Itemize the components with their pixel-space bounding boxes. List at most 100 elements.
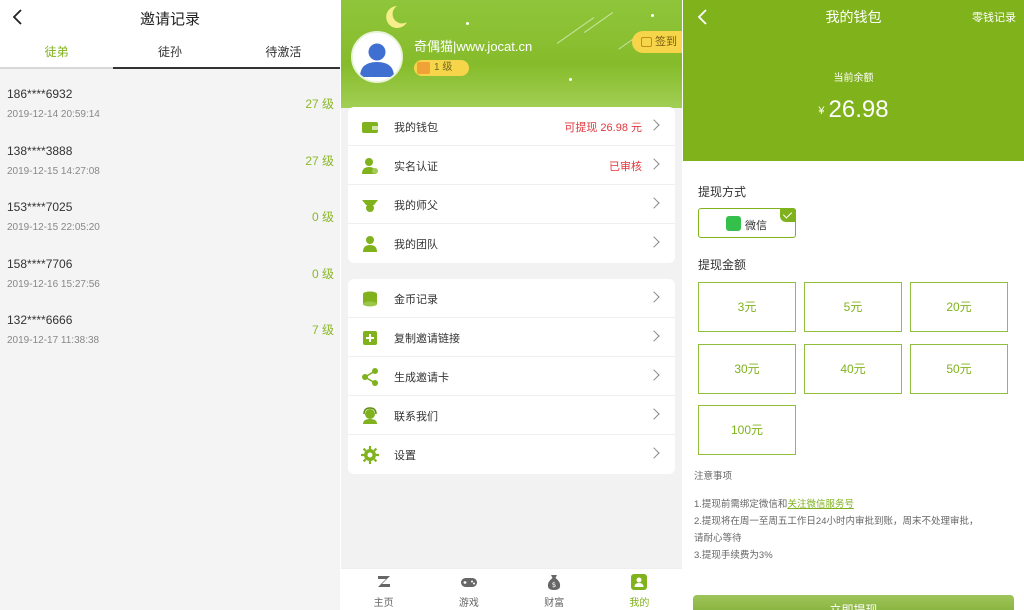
me-icon [631,574,648,590]
moon-icon [386,6,407,28]
checkin-button[interactable]: 签到 [632,31,682,53]
checkin-label: 签到 [655,36,677,48]
invite-list: 186****6932 2019-12-14 20:59:14 27 级 138… [0,69,340,362]
balance: ¥26.98 [683,96,1024,124]
amount-option[interactable]: 50元 [910,344,1008,394]
page-title: 邀请记录 [139,11,200,28]
menu-item-label: 金币记录 [394,294,438,306]
home-icon [377,576,390,587]
invitee-level: 27 级 [305,153,334,168]
menu-item-team[interactable]: 我的团队 [348,224,675,263]
profile-card-primary: 我的钱包 可提现 26.98 元 实名认证 已审核 我的师父 我的团队 [348,107,675,263]
menu-item-label: 我的团队 [394,239,438,251]
invite-time: 2019-12-14 20:59:14 [7,109,100,120]
amount-option[interactable]: 5元 [804,282,902,332]
withdraw-button[interactable]: 立即提现 [693,595,1014,610]
invite-time: 2019-12-15 22:05:20 [7,222,100,233]
money-bag-icon: $ [547,575,561,590]
nav-label: 我的 [629,598,650,609]
nav-games[interactable]: 游戏 [426,569,511,610]
menu-item-settings[interactable]: 设置 [348,435,675,474]
profile-screen: 奇偶猫|www.jocat.cn 1 级 签到 我的钱包 可提现 26.98 元… [341,0,682,610]
invite-header: 邀请记录 [0,0,340,36]
star-streak [583,12,614,33]
note-text: 1.提现前需绑定微信和 [694,499,788,510]
nav-me[interactable]: 我的 [597,569,682,610]
chevron-right-icon [648,236,660,248]
support-icon [363,407,377,424]
note-line: 2.提现将在周一至周五工作日24小时内审批到账，周末不处理审批， [694,516,979,527]
menu-item-label: 我的师父 [394,200,438,212]
nav-label: 游戏 [458,598,479,609]
balance-value: 26.98 [828,96,889,123]
team-icon [363,236,377,252]
chevron-right-icon [648,291,660,303]
amount-option[interactable]: 20元 [910,282,1008,332]
nav-home[interactable]: 主页 [341,569,426,610]
invitee-phone: 153****7025 [7,200,73,214]
note-line: 1.提现前需绑定微信和关注微信服务号 [694,496,979,513]
gamepad-icon [460,578,477,587]
menu-item-master[interactable]: 我的师父 [348,185,675,224]
amount-option[interactable]: 40元 [804,344,902,394]
avatar[interactable] [351,31,403,83]
note-line: 请耐心等待 [694,533,742,544]
chevron-right-icon [648,369,660,381]
menu-item-copy-link[interactable]: 复制邀请链接 [348,318,675,357]
menu-item-wallet[interactable]: 我的钱包 可提现 26.98 元 [348,107,675,146]
copy-link-icon [363,331,377,345]
chevron-right-icon [648,447,660,459]
nav-wealth[interactable]: $ 财富 [512,569,597,610]
list-item[interactable]: 158****7706 2019-12-16 15:27:56 0 级 [0,249,340,306]
follow-service-link[interactable]: 关注微信服务号 [787,499,854,510]
amount-option[interactable]: 100元 [698,405,796,455]
note-line: 3.提现手续费为3% [694,550,773,561]
amount-option[interactable]: 3元 [698,282,796,332]
menu-item-invite-card[interactable]: 生成邀请卡 [348,357,675,396]
master-icon [362,200,378,212]
chevron-right-icon [648,408,660,420]
tab-apprentice[interactable]: 徒弟 [0,36,114,69]
menu-item-label: 生成邀请卡 [394,372,449,384]
star-dot [466,22,469,25]
list-item[interactable]: 138****3888 2019-12-15 14:27:08 27 级 [0,136,340,193]
invitee-phone: 186****6932 [7,87,73,101]
star-dot [651,14,654,17]
nav-label: 财富 [544,598,565,609]
menu-item-label: 联系我们 [394,411,438,423]
user-avatar-icon [353,33,401,81]
bottom-nav: 主页 游戏 $ 财富 我的 [341,568,682,610]
chevron-right-icon [648,197,660,209]
tab-pending[interactable]: 待激活 [227,36,340,67]
withdrawable-amount: 可提现 26.98 元 [564,122,642,134]
level-badge: 1 级 [414,60,469,76]
menu-item-label: 我的钱包 [394,122,438,134]
level-badge-text: 1 级 [434,62,453,73]
tab-grand-apprentice[interactable]: 徒孙 [113,36,226,67]
menu-item-verify[interactable]: 实名认证 已审核 [348,146,675,185]
user-verify-icon [362,158,378,174]
invite-tabs: 徒弟 徒孙 待激活 [0,36,340,69]
invitee-level: 0 级 [311,266,334,281]
list-item[interactable]: 186****6932 2019-12-14 20:59:14 27 级 [0,79,340,136]
username: 奇偶猫|www.jocat.cn [414,39,533,54]
wallet-header: 我的钱包 零钱记录 当前余额 ¥26.98 [683,0,1024,161]
list-item[interactable]: 153****7025 2019-12-15 22:05:20 0 级 [0,192,340,249]
invite-records-screen: 邀请记录 徒弟 徒孙 待激活 186****6932 2019-12-14 20… [0,0,340,610]
chevron-right-icon [648,119,660,131]
invitee-level: 0 级 [311,210,334,224]
list-item[interactable]: 132****6666 2019-12-17 11:38:38 7 级 [0,305,340,362]
change-record-link[interactable]: 零钱记录 [972,9,1016,25]
invitee-level: 7 级 [311,323,334,337]
invitee-phone: 158****7706 [7,256,73,271]
invite-time: 2019-12-17 11:38:38 [7,335,100,346]
menu-item-label: 设置 [394,450,416,462]
wechat-method-option[interactable]: 微信 [698,208,796,238]
verify-status: 已审核 [609,161,642,173]
menu-item-coins[interactable]: 金币记录 [348,279,675,318]
menu-item-contact[interactable]: 联系我们 [348,396,675,435]
invitee-phone: 138****3888 [7,143,73,158]
invite-time: 2019-12-15 14:27:08 [7,165,100,177]
amount-option[interactable]: 30元 [698,344,796,394]
gear-icon [361,446,379,464]
